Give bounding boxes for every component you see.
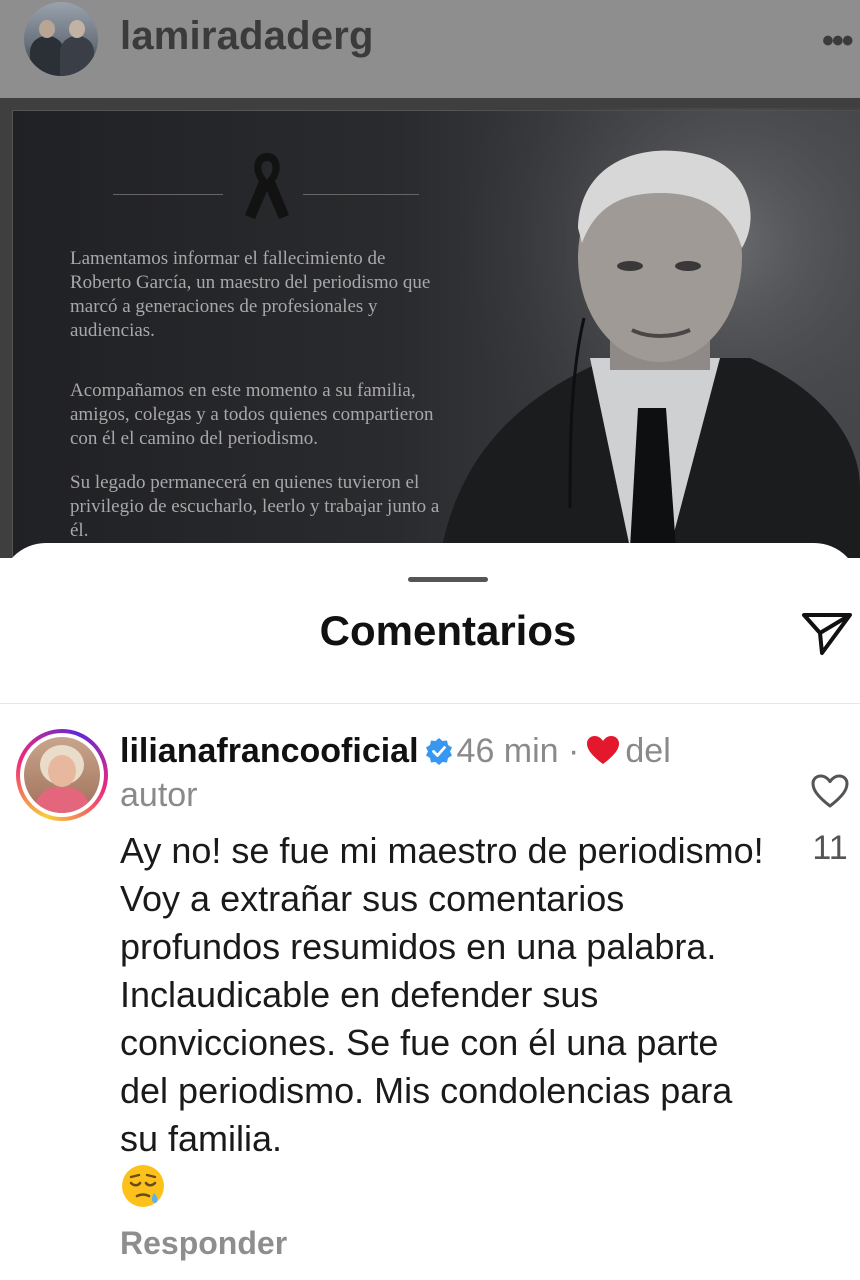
- comment-text-content: Ay no! se fue mi maestro de periodismo! …: [120, 830, 764, 1159]
- heart-filled-icon: [587, 736, 620, 764]
- post-header: lamiradaderg •••: [0, 0, 860, 98]
- heart-outline-icon[interactable]: [810, 773, 850, 809]
- post-paragraph: Lamentamos informar el fallecimiento de …: [70, 248, 431, 341]
- comment-text: Ay no! se fue mi maestro de periodismo! …: [120, 827, 770, 1213]
- separator-dot: ·: [568, 732, 580, 770]
- post-image[interactable]: Lamentamos informar el fallecimiento de …: [0, 98, 860, 558]
- like-count: 11: [812, 829, 848, 867]
- post-paragraph: Acompañamos en este momento a su familia…: [70, 380, 434, 449]
- verified-badge-icon: [425, 738, 452, 765]
- comment-time: 46 min: [456, 732, 559, 770]
- comments-sheet: Comentarios lilianafrancooficial 46 min …: [0, 543, 860, 1280]
- comment-header: lilianafrancooficial 46 min · del autor: [120, 729, 740, 817]
- commenter-username[interactable]: lilianafrancooficial: [120, 732, 419, 770]
- sheet-title: Comentarios: [319, 607, 577, 654]
- sleepy-face-emoji: [122, 1165, 164, 1207]
- sheet-grabber[interactable]: [408, 577, 488, 582]
- profile-username[interactable]: lamiradaderg: [120, 14, 374, 59]
- post-paragraph: Su legado permanecerá en quienes tuviero…: [70, 472, 440, 541]
- divider-line: [113, 194, 223, 195]
- more-options-icon[interactable]: •••: [822, 22, 854, 61]
- sheet-divider: [0, 703, 860, 704]
- portrait-photo: [420, 108, 860, 558]
- mourning-ribbon-icon: [245, 153, 289, 219]
- profile-avatar[interactable]: [24, 2, 98, 76]
- divider-line: [303, 194, 419, 195]
- reply-button[interactable]: Responder: [120, 1225, 287, 1262]
- commenter-avatar[interactable]: [16, 729, 108, 821]
- paper-plane-icon[interactable]: [800, 609, 854, 657]
